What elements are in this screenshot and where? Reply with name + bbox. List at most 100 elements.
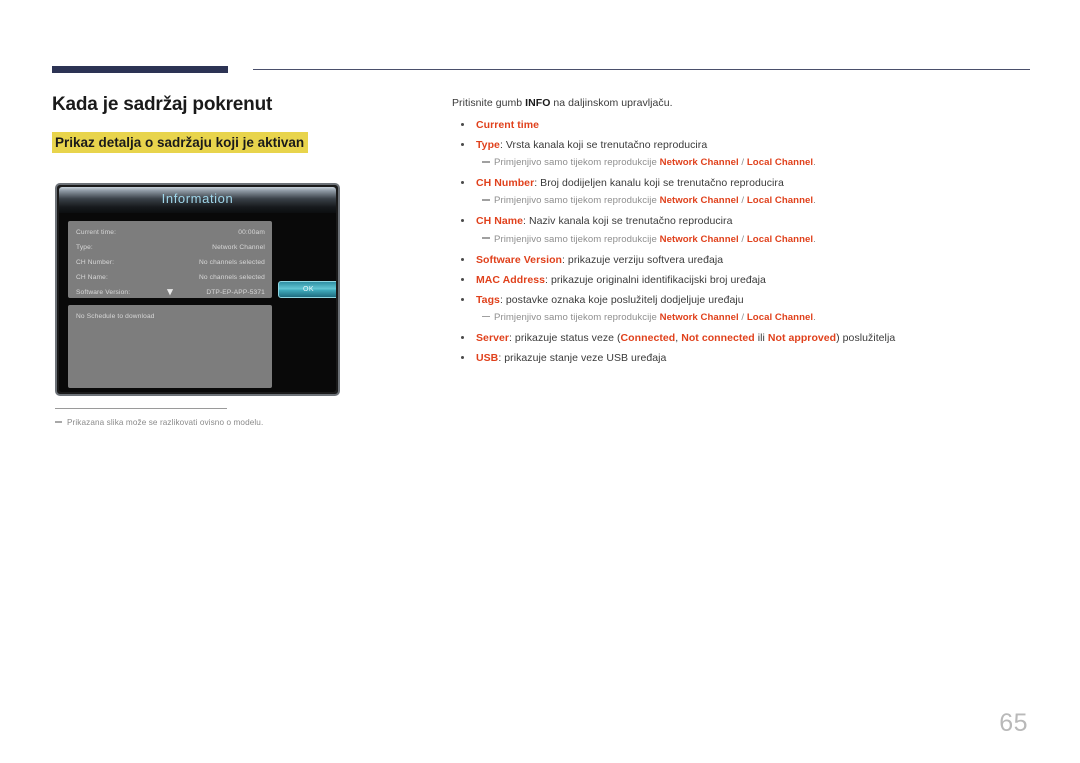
list-item: Current time bbox=[452, 118, 1042, 132]
info-row-value: 00:00am bbox=[238, 229, 265, 236]
field-term: CH Number bbox=[476, 177, 535, 190]
section-subtitle-wrap: Prikaz detalja o sadržaju koji je aktiva… bbox=[52, 131, 422, 154]
subnote-mid: / bbox=[738, 312, 747, 324]
field-subnote: Primjenjivo samo tijekom reprodukcije Ne… bbox=[476, 234, 1042, 247]
subnote-pre: Primjenjivo samo tijekom reprodukcije bbox=[494, 312, 660, 324]
bullet-icon bbox=[461, 277, 464, 281]
header-rule bbox=[253, 69, 1030, 70]
intro-pre: Pritisnite gumb bbox=[452, 97, 526, 109]
footnote-label: Prikazana slika može se razlikovati ovis… bbox=[67, 418, 264, 427]
server-sep-2: ili bbox=[754, 331, 768, 344]
information-window-body: Current time: 00:00am Type: Network Chan… bbox=[59, 213, 336, 392]
field-desc: : prikazuje stanje veze USB uređaja bbox=[498, 352, 667, 365]
list-item: USB: prikazuje stanje veze USB uređaja bbox=[452, 351, 1042, 365]
bullet-icon bbox=[461, 356, 464, 360]
subnote-mid: / bbox=[738, 157, 747, 169]
subnote-highlight-2: Local Channel bbox=[746, 157, 814, 169]
field-desc: : prikazuje status veze ( bbox=[509, 331, 621, 344]
bullet-icon bbox=[461, 143, 464, 147]
tv-screen: Information Current time: 00:00am Type: … bbox=[59, 187, 336, 392]
dash-marker-icon bbox=[482, 161, 490, 163]
subnote-mid: / bbox=[738, 195, 747, 207]
subnote-post: . bbox=[813, 195, 816, 207]
info-field-list: Current time Type: Vrsta kanala koji se … bbox=[452, 118, 1042, 365]
info-row-value: Network Channel bbox=[212, 244, 265, 251]
field-term: Type bbox=[476, 139, 500, 152]
field-term: CH Name bbox=[476, 215, 524, 228]
information-window-titlebar: Information bbox=[59, 187, 336, 213]
subnote-post: . bbox=[813, 233, 816, 245]
info-row-label: Current time: bbox=[76, 229, 117, 236]
subnote-post: . bbox=[813, 157, 816, 169]
field-desc: : prikazuje verziju softvera uređaja bbox=[562, 253, 724, 266]
field-term: Server bbox=[476, 331, 509, 344]
field-term: MAC Address bbox=[476, 273, 546, 286]
schedule-empty-text: No Schedule to download bbox=[76, 313, 155, 320]
bullet-icon bbox=[461, 297, 464, 301]
subnote-highlight-1: Network Channel bbox=[659, 195, 739, 207]
info-row-label: CH Number: bbox=[76, 259, 115, 266]
subnote-highlight-1: Network Channel bbox=[659, 157, 739, 169]
subnote-pre: Primjenjivo samo tijekom reprodukcije bbox=[494, 233, 660, 245]
field-desc: : postavke oznaka koje poslužitelj dodje… bbox=[499, 293, 744, 306]
subnote-highlight-2: Local Channel bbox=[746, 233, 814, 245]
subnote-highlight-1: Network Channel bbox=[659, 233, 739, 245]
field-term: Software Version bbox=[476, 253, 562, 266]
information-window-title: Information bbox=[161, 191, 234, 206]
subnote-highlight-1: Network Channel bbox=[659, 312, 739, 324]
info-row-label: Type: bbox=[76, 244, 93, 251]
bullet-icon bbox=[461, 181, 464, 185]
footnote-text: Prikazana slika može se razlikovati ovis… bbox=[55, 418, 355, 429]
subnote-pre: Primjenjivo samo tijekom reprodukcije bbox=[494, 157, 660, 169]
list-item: Tags: postavke oznaka koje poslužitelj d… bbox=[452, 293, 1042, 325]
page-number: 65 bbox=[999, 709, 1028, 737]
field-subnote: Primjenjivo samo tijekom reprodukcije Ne… bbox=[476, 157, 1042, 170]
subnote-highlight-2: Local Channel bbox=[746, 312, 814, 324]
server-state-not-connected: Not connected bbox=[681, 331, 755, 344]
list-item: Software Version: prikazuje verziju soft… bbox=[452, 253, 1042, 267]
field-desc: : Vrsta kanala koji se trenutačno reprod… bbox=[499, 139, 708, 152]
list-item: CH Number: Broj dodijeljen kanalu koji s… bbox=[452, 176, 1042, 208]
dash-marker-icon bbox=[55, 421, 62, 423]
tv-device-illustration: Information Current time: 00:00am Type: … bbox=[55, 183, 340, 396]
field-term: USB bbox=[476, 352, 499, 365]
list-item: CH Name: Naziv kanala koji se trenutačno… bbox=[452, 214, 1042, 246]
info-row: Current time: 00:00am bbox=[68, 225, 272, 240]
server-state-connected: Connected bbox=[620, 331, 676, 344]
info-row: CH Number: No channels selected bbox=[68, 255, 272, 270]
left-column: Kada je sadržaj pokrenut Prikaz detalja … bbox=[52, 94, 422, 172]
info-row-value: No channels selected bbox=[198, 259, 265, 266]
section-subtitle: Prikaz detalja o sadržaju koji je aktiva… bbox=[52, 131, 309, 153]
list-item: Type: Vrsta kanala koji se trenutačno re… bbox=[452, 138, 1042, 170]
info-details-panel: Current time: 00:00am Type: Network Chan… bbox=[68, 221, 272, 298]
field-term: Tags bbox=[476, 293, 500, 306]
info-row-value: No channels selected bbox=[198, 274, 265, 281]
field-desc: : Naziv kanala koji se trenutačno reprod… bbox=[523, 215, 733, 228]
ok-button[interactable]: OK bbox=[278, 281, 336, 298]
page-title: Kada je sadržaj pokrenut bbox=[52, 94, 273, 115]
field-desc: : prikazuje originalni identifikacijski … bbox=[545, 273, 766, 286]
bullet-icon bbox=[461, 123, 464, 126]
intro-bold-info: INFO bbox=[525, 97, 551, 109]
header-accent-bar bbox=[52, 66, 228, 73]
bullet-icon bbox=[461, 335, 464, 339]
bullet-icon bbox=[461, 257, 464, 261]
field-term: Current time bbox=[476, 119, 540, 131]
footnote-rule bbox=[55, 408, 227, 409]
illustration-footnote: Prikazana slika može se razlikovati ovis… bbox=[55, 408, 355, 429]
field-subnote: Primjenjivo samo tijekom reprodukcije Ne… bbox=[476, 195, 1042, 208]
info-row-label: CH Name: bbox=[76, 274, 108, 281]
subnote-mid: / bbox=[738, 233, 747, 245]
subnote-post: . bbox=[813, 312, 816, 324]
subnote-highlight-2: Local Channel bbox=[746, 195, 814, 207]
info-row: Type: Network Channel bbox=[68, 240, 272, 255]
dash-marker-icon bbox=[482, 315, 490, 318]
chevron-down-icon: ▾ bbox=[167, 286, 173, 298]
server-state-not-approved: Not approved bbox=[767, 331, 837, 344]
intro-post: na daljinskom upravljaču. bbox=[550, 97, 673, 109]
list-item: MAC Address: prikazuje originalni identi… bbox=[452, 273, 1042, 287]
dash-marker-icon bbox=[482, 237, 490, 239]
list-item: Server: prikazuje status veze (Connected… bbox=[452, 331, 1042, 345]
subnote-pre: Primjenjivo samo tijekom reprodukcije bbox=[494, 195, 660, 207]
intro-paragraph: Pritisnite gumb INFO na daljinskom uprav… bbox=[452, 97, 1042, 109]
